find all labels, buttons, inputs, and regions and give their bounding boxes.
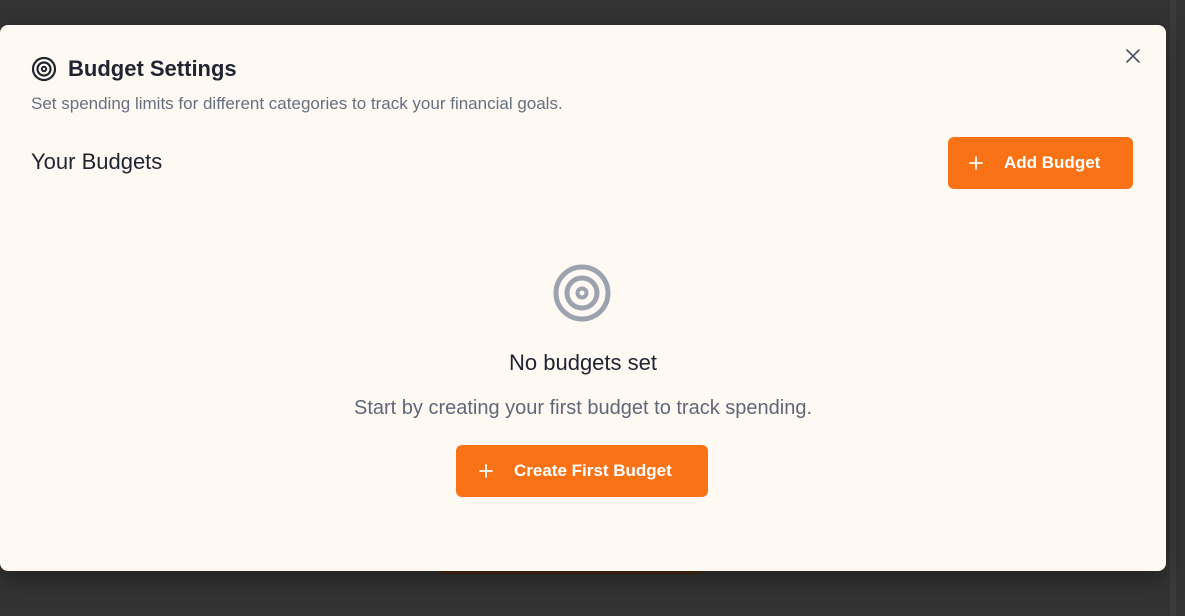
empty-state-description: Start by creating your first budget to t… — [353, 397, 813, 419]
add-budget-button[interactable]: Add Budget — [948, 137, 1133, 189]
close-button[interactable] — [1122, 45, 1144, 67]
add-budget-label: Add Budget — [1004, 153, 1101, 172]
plus-icon — [478, 463, 494, 479]
dialog-subtitle: Set spending limits for different catego… — [31, 94, 563, 113]
section-title: Your Budgets — [31, 149, 163, 174]
target-icon — [552, 263, 612, 323]
plus-icon — [968, 155, 984, 171]
dialog-title: Budget Settings — [68, 56, 237, 81]
create-first-budget-label: Create First Budget — [514, 461, 672, 480]
dialog-header: Budget Settings — [31, 56, 237, 82]
page-scrollbar[interactable] — [1170, 0, 1176, 616]
create-first-budget-button[interactable]: Create First Budget — [456, 445, 708, 497]
empty-state-title: No budgets set — [509, 350, 657, 375]
close-icon — [1126, 49, 1140, 63]
target-icon — [31, 56, 57, 82]
